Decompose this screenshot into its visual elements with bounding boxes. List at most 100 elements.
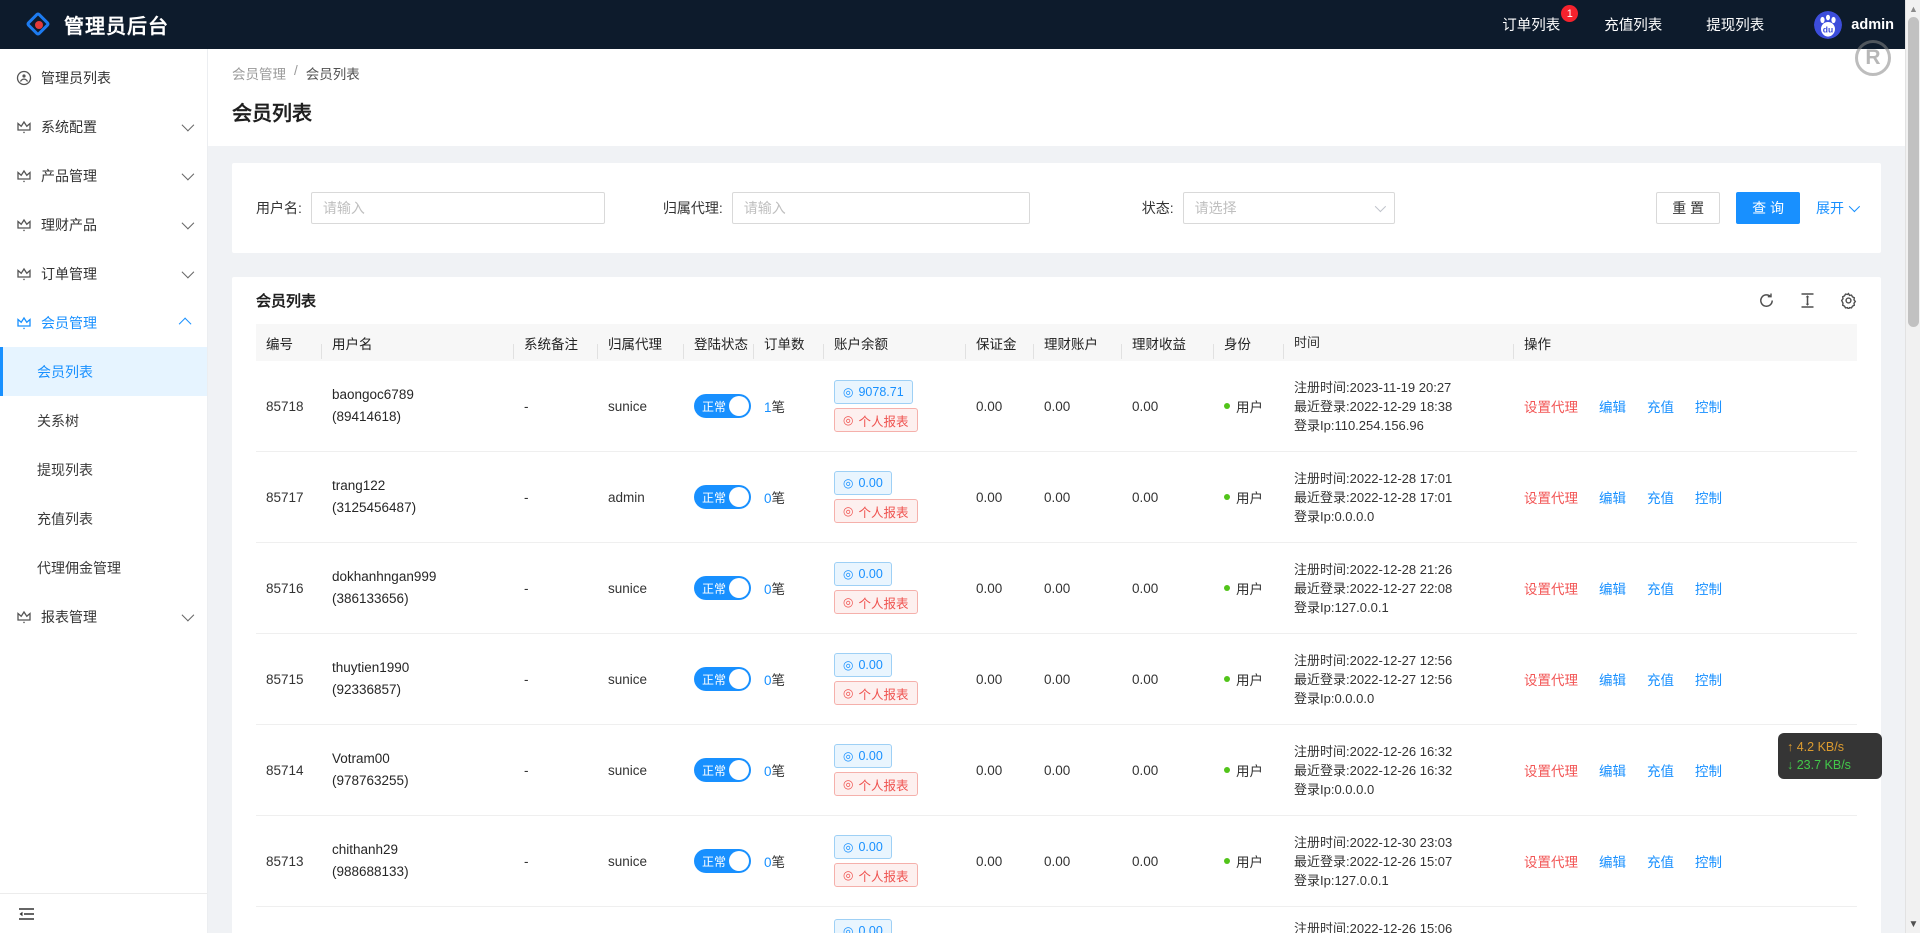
balance-button[interactable]: ◎ 0.00 xyxy=(834,562,892,586)
cell-identity: 用户 xyxy=(1214,396,1284,416)
cell-note: - xyxy=(514,399,598,414)
cell-finance-profit: 0.00 xyxy=(1122,581,1214,596)
topbar-nav: 订单列表 1 充值列表 提现列表 du admin xyxy=(1502,11,1894,39)
sidebar-item-system-config[interactable]: 系统配置 xyxy=(0,102,207,151)
action-control[interactable]: 控制 xyxy=(1695,578,1722,598)
action-set-agent[interactable]: 设置代理 xyxy=(1524,851,1578,871)
cell-login-status: 正常 xyxy=(684,394,754,418)
sidebar-subitem-agent-commission[interactable]: 代理佣金管理 xyxy=(0,543,207,592)
login-status-toggle[interactable]: 正常 xyxy=(694,758,751,782)
sidebar-item-finance-product[interactable]: 理财产品 xyxy=(0,200,207,249)
expand-link[interactable]: 展开 xyxy=(1816,198,1857,218)
sidebar-subitem-recharge-list[interactable]: 充值列表 xyxy=(0,494,207,543)
table-row: 85713 chithanh29 (988688133) - sunice 正常… xyxy=(256,816,1857,907)
refresh-icon[interactable] xyxy=(1758,292,1775,309)
action-edit[interactable]: 编辑 xyxy=(1599,669,1626,689)
action-set-agent[interactable]: 设置代理 xyxy=(1524,669,1578,689)
cell-deposit: 0.00 xyxy=(966,672,1034,687)
cell-time: 注册时间:2023-11-19 20:27 最近登录:2022-12-29 18… xyxy=(1284,378,1514,435)
sidebar-subitem-member-list[interactable]: 会员列表 xyxy=(0,347,207,396)
crown-icon xyxy=(16,609,32,625)
action-recharge[interactable]: 充值 xyxy=(1647,760,1674,780)
cell-agent: sunice xyxy=(598,399,684,414)
action-control[interactable]: 控制 xyxy=(1695,851,1722,871)
sidebar-subitem-withdraw-list[interactable]: 提现列表 xyxy=(0,445,207,494)
sidebar-item-admin-list[interactable]: 管理员列表 xyxy=(0,53,207,102)
action-edit[interactable]: 编辑 xyxy=(1599,396,1626,416)
personal-report-button[interactable]: ◎ 个人报表 xyxy=(834,408,918,432)
reset-button[interactable]: 重 置 xyxy=(1656,192,1720,224)
breadcrumb-parent[interactable]: 会员管理 xyxy=(232,63,286,83)
row-height-icon[interactable] xyxy=(1799,292,1816,309)
collapse-sidebar-button[interactable] xyxy=(0,893,207,933)
action-edit[interactable]: 编辑 xyxy=(1599,487,1626,507)
status-select[interactable]: 请选择 xyxy=(1183,192,1395,224)
personal-report-button[interactable]: ◎ 个人报表 xyxy=(834,772,918,796)
action-recharge[interactable]: 充值 xyxy=(1647,578,1674,598)
status-dot xyxy=(1224,858,1230,864)
settings-gear-icon[interactable] xyxy=(1840,292,1857,309)
search-button[interactable]: 查 询 xyxy=(1736,192,1800,224)
toggle-knob xyxy=(729,487,749,507)
action-set-agent[interactable]: 设置代理 xyxy=(1524,396,1578,416)
page-title: 会员列表 xyxy=(232,97,1881,126)
sidebar-item-order-mgmt[interactable]: 订单管理 xyxy=(0,249,207,298)
action-control[interactable]: 控制 xyxy=(1695,760,1722,780)
action-recharge[interactable]: 充值 xyxy=(1647,396,1674,416)
topnav-withdraw-list[interactable]: 提现列表 xyxy=(1706,14,1764,35)
eye-icon: ◎ xyxy=(843,686,853,700)
action-control[interactable]: 控制 xyxy=(1695,396,1722,416)
svg-text:du: du xyxy=(1823,24,1833,34)
action-recharge[interactable]: 充值 xyxy=(1647,669,1674,689)
personal-report-button[interactable]: ◎ 个人报表 xyxy=(834,590,918,614)
balance-button[interactable]: ◎ 9078.71 xyxy=(834,380,913,404)
topnav-recharge-list[interactable]: 充值列表 xyxy=(1604,14,1662,35)
login-status-toggle[interactable]: 正常 xyxy=(694,485,751,509)
balance-button[interactable]: ◎ 0.00 xyxy=(834,835,892,859)
scroll-up-arrow-icon[interactable]: ▲ xyxy=(1906,1,1920,16)
crown-icon xyxy=(16,266,32,282)
sidebar-item-product-mgmt[interactable]: 产品管理 xyxy=(0,151,207,200)
user-menu[interactable]: du admin xyxy=(1814,11,1894,39)
action-recharge[interactable]: 充值 xyxy=(1647,487,1674,507)
eye-icon: ◎ xyxy=(843,504,853,518)
scroll-down-arrow-icon[interactable]: ▼ xyxy=(1906,917,1920,932)
personal-report-button[interactable]: ◎ 个人报表 xyxy=(834,499,918,523)
action-control[interactable]: 控制 xyxy=(1695,669,1722,689)
balance-button[interactable]: ◎ 0.00 xyxy=(834,919,892,933)
cell-finance-account: 0.00 xyxy=(1034,399,1122,414)
action-edit[interactable]: 编辑 xyxy=(1599,760,1626,780)
action-edit[interactable]: 编辑 xyxy=(1599,578,1626,598)
table-row: 85717 trang122 (3125456487) - admin 正常 0… xyxy=(256,452,1857,543)
sidebar-item-member-mgmt[interactable]: 会员管理 xyxy=(0,298,207,347)
topnav-order-list[interactable]: 订单列表 1 xyxy=(1502,14,1560,35)
cell-time: 注册时间:2022-12-26 16:32 最近登录:2022-12-26 16… xyxy=(1284,742,1514,799)
username-input[interactable] xyxy=(311,192,605,224)
sidebar-subitem-relation-tree[interactable]: 关系树 xyxy=(0,396,207,445)
action-set-agent[interactable]: 设置代理 xyxy=(1524,578,1578,598)
cell-balance: ◎ 0.00 ◎ 个人报表 xyxy=(824,744,966,796)
balance-button[interactable]: ◎ 0.00 xyxy=(834,744,892,768)
cell-username: thuytien1990 (92336857) xyxy=(322,657,514,701)
login-status-toggle[interactable]: 正常 xyxy=(694,394,751,418)
action-set-agent[interactable]: 设置代理 xyxy=(1524,487,1578,507)
personal-report-button[interactable]: ◎ 个人报表 xyxy=(834,863,918,887)
balance-button[interactable]: ◎ 0.00 xyxy=(834,471,892,495)
eye-icon: ◎ xyxy=(843,777,853,791)
cell-finance-profit: 0.00 xyxy=(1122,854,1214,869)
login-status-toggle[interactable]: 正常 xyxy=(694,667,751,691)
cell-username: Votram00 (978763255) xyxy=(322,748,514,792)
action-recharge[interactable]: 充值 xyxy=(1647,851,1674,871)
agent-input[interactable] xyxy=(732,192,1030,224)
vertical-scrollbar[interactable]: ▲ ▼ xyxy=(1905,0,1920,933)
personal-report-button[interactable]: ◎ 个人报表 xyxy=(834,681,918,705)
login-status-toggle[interactable]: 正常 xyxy=(694,849,751,873)
cell-note: - xyxy=(514,672,598,687)
login-status-toggle[interactable]: 正常 xyxy=(694,576,751,600)
action-edit[interactable]: 编辑 xyxy=(1599,851,1626,871)
action-set-agent[interactable]: 设置代理 xyxy=(1524,760,1578,780)
scrollbar-thumb[interactable] xyxy=(1908,17,1919,327)
sidebar-item-report-mgmt[interactable]: 报表管理 xyxy=(0,592,207,641)
balance-button[interactable]: ◎ 0.00 xyxy=(834,653,892,677)
action-control[interactable]: 控制 xyxy=(1695,487,1722,507)
